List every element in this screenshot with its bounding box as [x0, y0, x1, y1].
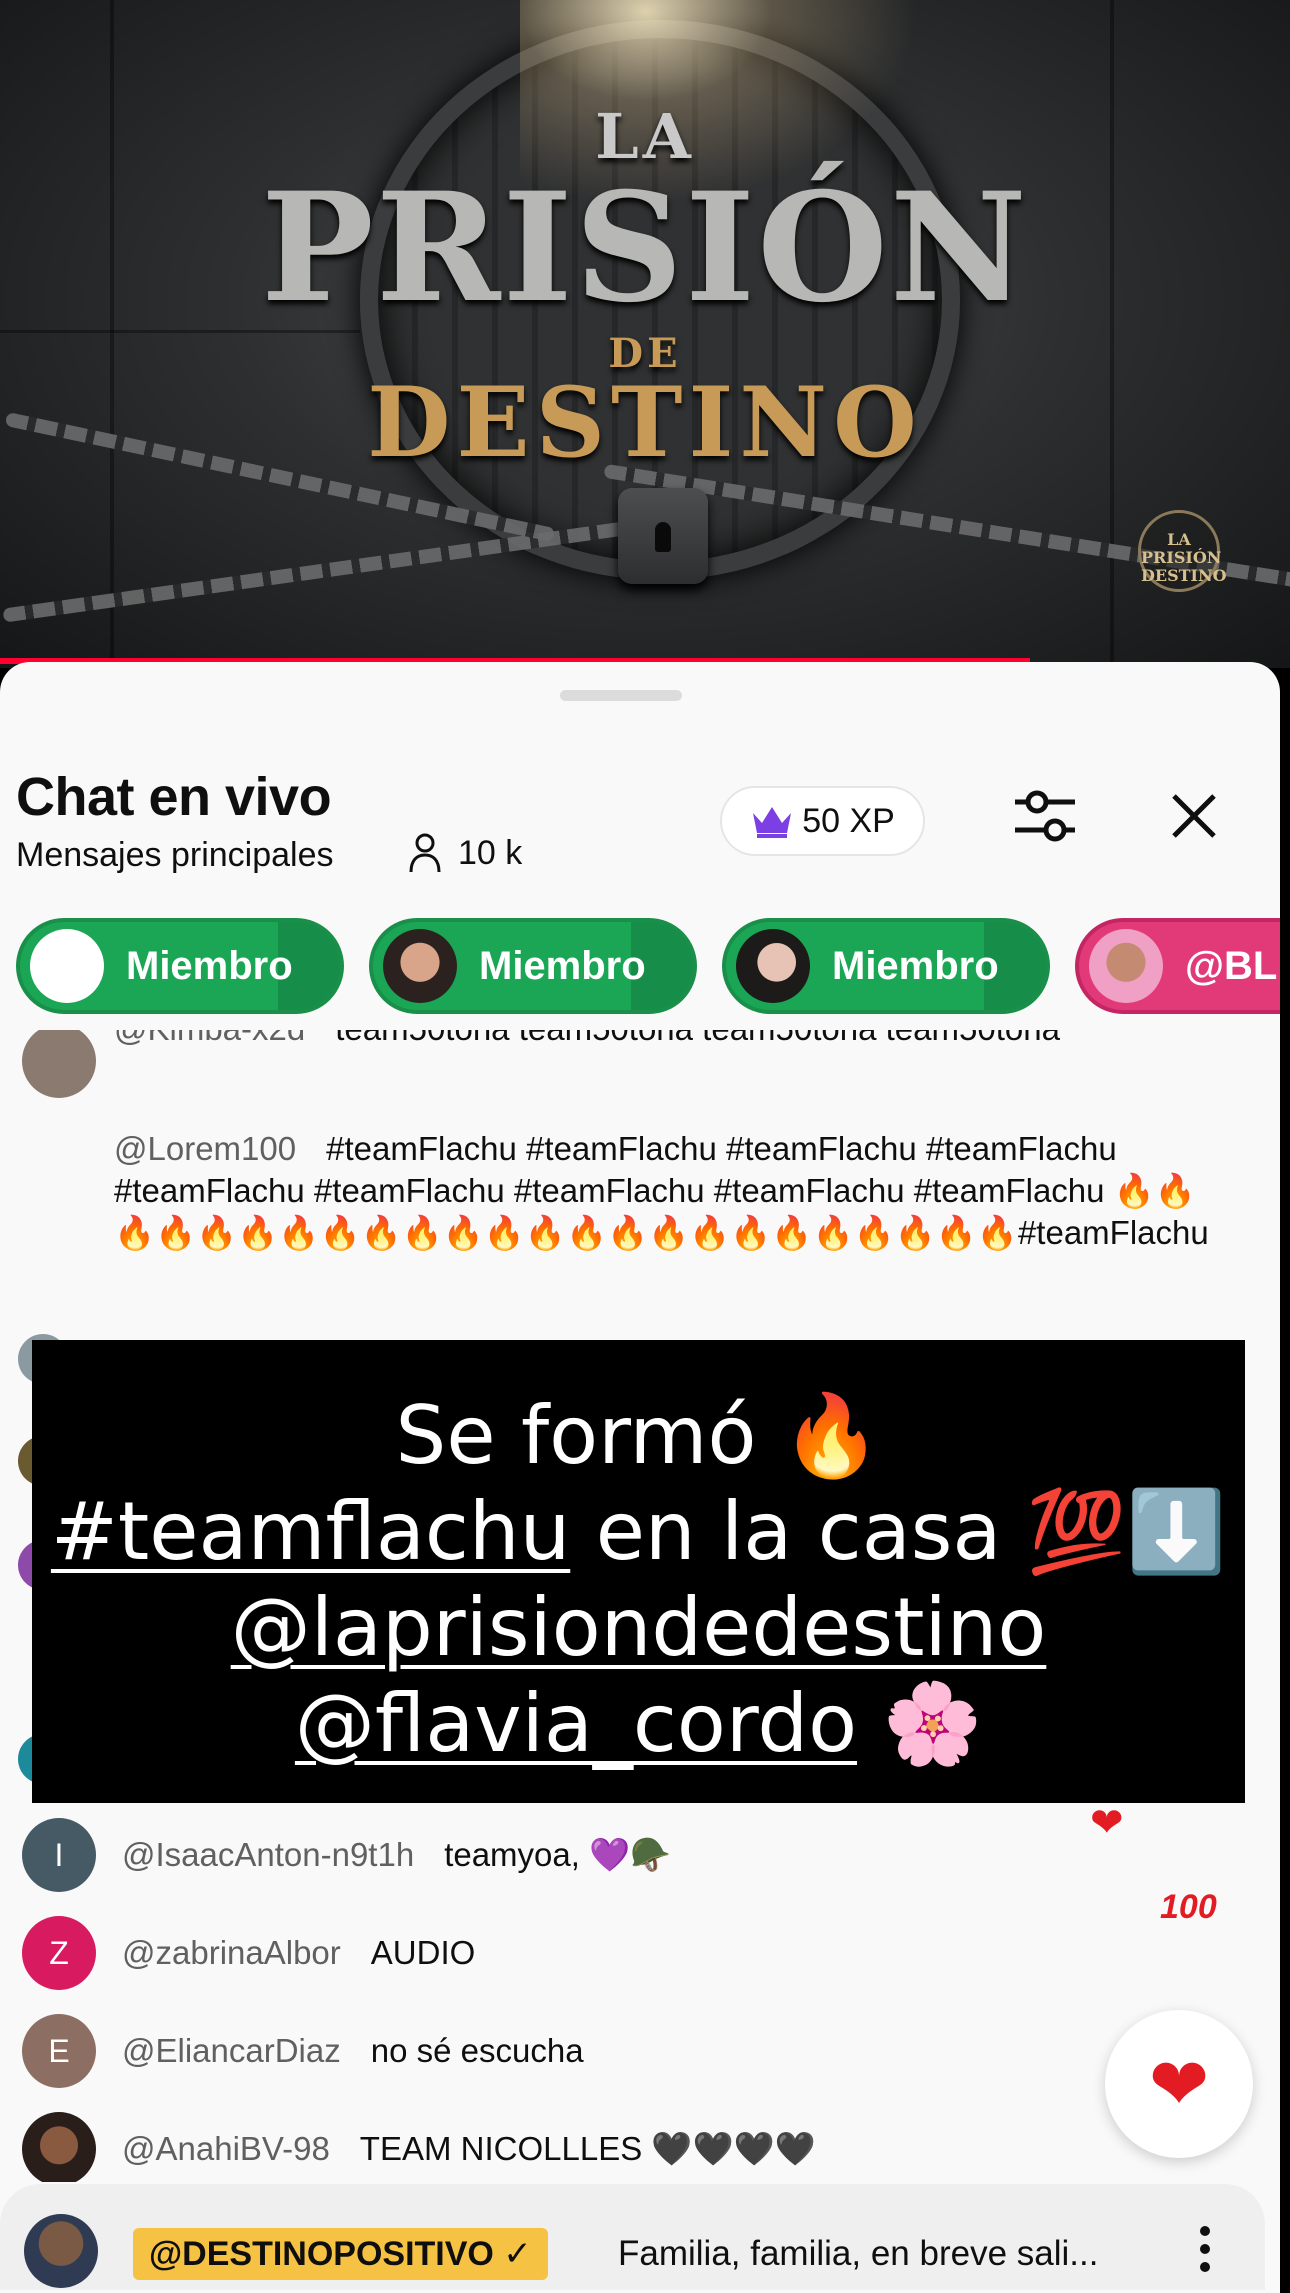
chat-mode-selector[interactable]: Mensajes principales [16, 836, 334, 875]
heart-icon: ❤ [1148, 2045, 1210, 2125]
member-chip-label: Miembro [832, 943, 999, 988]
user-avatar: E [22, 2014, 96, 2088]
chat-filter-button[interactable] [1005, 776, 1085, 856]
user-avatar [22, 1030, 96, 1098]
member-avatar [736, 929, 810, 1003]
message-text: TEAM NICOLLLES 🖤🖤🖤🖤 [359, 2130, 816, 2167]
member-avatar [383, 929, 457, 1003]
reaction-button[interactable]: ❤ [1105, 2010, 1253, 2158]
chat-message: @Lorem100 #teamFlachu #teamFlachu #teamFl… [0, 1128, 1280, 1298]
show-title-prision: PRISIÓN [261, 160, 1029, 336]
message-author[interactable]: @AnahiBV-98 [122, 2130, 330, 2167]
chat-message: I @IsaacAnton-n9t1h teamyoa, 💜🪖 [0, 1818, 1280, 1908]
xp-button[interactable]: 50 XP [720, 786, 925, 856]
message-author[interactable]: @EliancarDiaz [122, 2032, 341, 2069]
chat-title: Chat en vivo [16, 767, 332, 827]
chat-message: E @EliancarDiaz no sé escucha [0, 2014, 1280, 2104]
channel-watermark: LA PRISIÓN DESTINO [1138, 510, 1227, 592]
overlay-line-1: Se formó 🔥 [395, 1389, 882, 1482]
message-text: AUDIO [370, 1934, 476, 1971]
drag-handle[interactable] [560, 690, 682, 701]
pinned-author-badge[interactable]: @DESTINOPOSITIVO ✓ [133, 2228, 548, 2280]
person-icon [409, 833, 441, 873]
show-title-destino: DESTINO [367, 366, 923, 479]
overlay-hashtag[interactable]: #teamflachu [51, 1485, 570, 1578]
message-author[interactable]: @zabrinaAlbor [122, 1934, 341, 1971]
overlay-mention-1[interactable]: @laprisiondedestino [231, 1581, 1047, 1674]
chat-message: @AnahiBV-98 TEAM NICOLLLES 🖤🖤🖤🖤 [0, 2112, 1280, 2182]
message-author[interactable]: @IsaacAnton-n9t1h [122, 1836, 414, 1873]
message-text: team50tona team50tona team50tona team50t… [335, 1030, 1060, 1047]
close-icon [1172, 794, 1216, 838]
message-text: no sé escucha [370, 2032, 584, 2069]
user-avatar: Z [22, 1916, 96, 1990]
membership-chips-row: Miembro Miembro Miembro @BL [0, 918, 1280, 1014]
more-options-icon[interactable] [1190, 2220, 1220, 2280]
overlay-line-2: en la casa 💯⬇️ [570, 1485, 1227, 1578]
user-avatar [22, 2112, 96, 2182]
member-chip[interactable]: Miembro [369, 918, 697, 1014]
chat-message: Z @zabrinaAlbor AUDIO [0, 1916, 1280, 2006]
close-chat-button[interactable] [1154, 776, 1234, 856]
pinned-author-avatar [24, 2214, 98, 2288]
floating-heart-icon: ❤ [1090, 1801, 1124, 1845]
video-player[interactable]: LA PRISIÓN DE DESTINO LA PRISIÓN DESTINO [0, 0, 1290, 668]
floating-hundred-icon: 100 [1160, 1888, 1217, 1926]
promo-overlay: Se formó 🔥 #teamflachu en la casa 💯⬇️ @l… [32, 1340, 1245, 1803]
message-author[interactable]: @Lorem100 [114, 1130, 296, 1167]
gift-chip-label: @BL [1185, 943, 1278, 988]
member-avatar [1089, 929, 1163, 1003]
overlay-flower: 🌸 [857, 1677, 983, 1770]
message-author[interactable]: @Kimba-x2d [114, 1030, 305, 1047]
pinned-message-text: Familia, familia, en breve sali... [618, 2234, 1099, 2273]
gift-chip[interactable]: @BL [1075, 918, 1280, 1014]
padlock-icon [618, 488, 708, 584]
member-chip-label: Miembro [479, 943, 646, 988]
crown-icon [753, 807, 792, 838]
viewer-count: 10 k [408, 832, 522, 874]
xp-value: 50 XP [802, 801, 895, 840]
overlay-mention-2[interactable]: @flavia_cordo [295, 1677, 857, 1770]
member-chip[interactable]: Miembro [16, 918, 344, 1014]
tune-icon [1015, 790, 1075, 842]
member-chip-label: Miembro [126, 943, 293, 988]
user-avatar: I [22, 1818, 96, 1892]
member-chip[interactable]: Miembro [722, 918, 1050, 1014]
message-text: teamyoa, 💜🪖 [444, 1836, 672, 1873]
viewer-count-value: 10 k [458, 833, 523, 872]
chat-message: @Kimba-x2d team50tona team50tona team50to… [0, 1030, 1280, 1110]
member-avatar [30, 929, 104, 1003]
pinned-message-bar[interactable]: @DESTINOPOSITIVO ✓ Familia, familia, en … [0, 2184, 1265, 2290]
